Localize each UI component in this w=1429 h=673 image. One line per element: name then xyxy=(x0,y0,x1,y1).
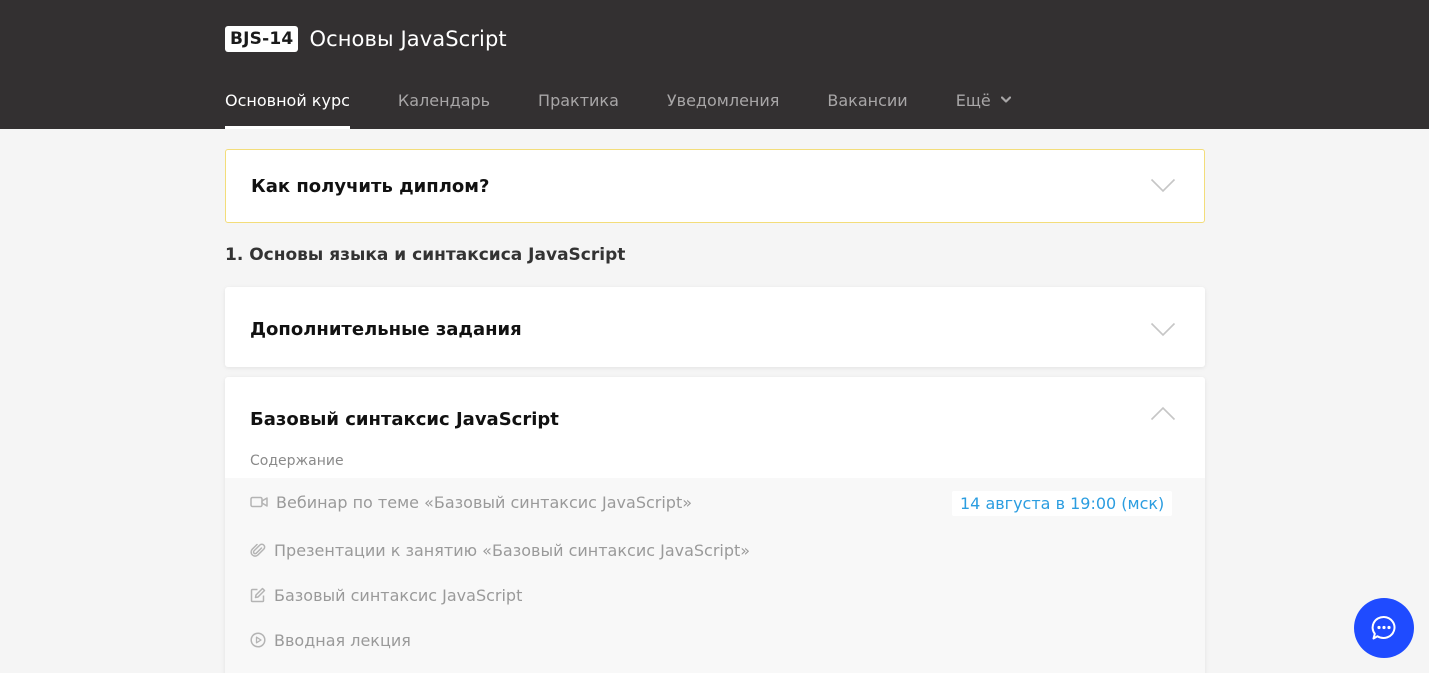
lesson-label: Вводная лекция xyxy=(274,630,411,650)
diploma-card-title: Как получить диплом? xyxy=(251,176,490,197)
chevron-down-icon xyxy=(1000,96,1011,103)
lesson-label: Базовый синтаксис JavaScript xyxy=(274,585,523,605)
nav-item-vacancies[interactable]: Вакансии xyxy=(827,90,907,129)
play-circle-icon xyxy=(250,632,266,648)
lesson-list: Вебинар по теме «Базовый синтаксис JavaS… xyxy=(225,478,1205,673)
chevron-down-icon[interactable] xyxy=(1150,178,1176,193)
lesson-task[interactable]: Базовый синтаксис JavaScript xyxy=(250,583,522,607)
contents-label: Содержание xyxy=(250,453,344,469)
nav-item-practice[interactable]: Практика xyxy=(538,90,619,129)
nav-item-main-course[interactable]: Основной курс xyxy=(225,90,350,129)
nav-item-calendar[interactable]: Календарь xyxy=(398,90,490,129)
lesson-label: Вебинар по теме «Базовый синтаксис JavaS… xyxy=(276,492,693,512)
webinar-date-badge: 14 августа в 19:00 (мск) xyxy=(952,491,1173,516)
basic-syntax-title[interactable]: Базовый синтаксис JavaScript xyxy=(250,409,559,430)
paperclip-icon xyxy=(250,543,266,557)
extra-tasks-title: Дополнительные задания xyxy=(250,319,522,340)
chat-bubble-icon xyxy=(1371,615,1396,640)
course-title: Основы JavaScript xyxy=(309,27,507,51)
video-camera-icon xyxy=(250,496,268,508)
lesson-presentations[interactable]: Презентации к занятию «Базовый синтаксис… xyxy=(250,538,750,562)
nav-more-label: Ещё xyxy=(955,91,991,110)
course-code-badge: BJS-14 xyxy=(225,26,299,52)
chevron-down-icon[interactable] xyxy=(1150,322,1176,337)
lesson-lecture[interactable]: Вводная лекция xyxy=(250,628,411,652)
main-nav: Основной курс Календарь Практика Уведомл… xyxy=(225,90,1059,129)
nav-item-notifications[interactable]: Уведомления xyxy=(667,90,780,129)
extra-tasks-card[interactable]: Дополнительные задания xyxy=(225,287,1205,367)
basic-syntax-card: Базовый синтаксис JavaScript Содержание … xyxy=(225,377,1205,673)
chat-button[interactable] xyxy=(1354,598,1414,658)
nav-item-more[interactable]: Ещё xyxy=(956,90,1011,129)
chevron-up-icon[interactable] xyxy=(1150,406,1176,421)
section-heading: 1. Основы языка и синтаксиса JavaScript xyxy=(225,245,626,265)
lesson-webinar[interactable]: Вебинар по теме «Базовый синтаксис JavaS… xyxy=(250,490,692,514)
diploma-info-card[interactable]: Как получить диплом? xyxy=(225,149,1205,223)
top-bar: BJS-14 Основы JavaScript Основной курс К… xyxy=(0,0,1429,129)
edit-icon xyxy=(250,587,266,603)
course-brand[interactable]: BJS-14 Основы JavaScript xyxy=(225,26,507,52)
lesson-label: Презентации к занятию «Базовый синтаксис… xyxy=(274,540,751,560)
